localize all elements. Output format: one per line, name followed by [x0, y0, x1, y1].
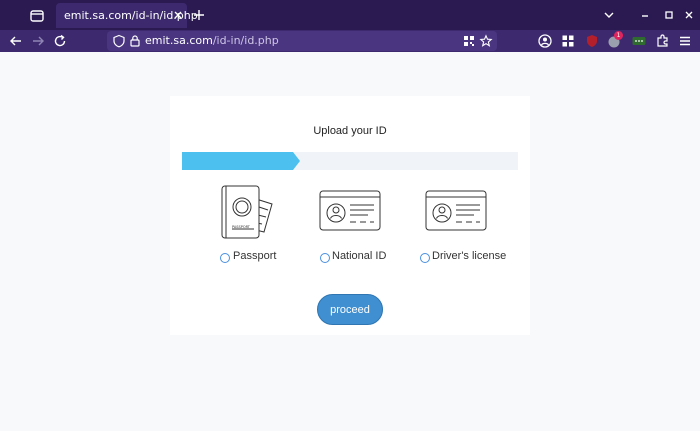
option-drivers-license[interactable]: Driver's license	[417, 184, 517, 266]
bookmark-star-icon[interactable]	[479, 34, 493, 48]
drivers-license-radio[interactable]	[420, 253, 430, 263]
new-tab-icon[interactable]	[192, 8, 206, 22]
option-passport[interactable]: PASSPORT Passport	[206, 184, 306, 266]
drivers-license-card-icon	[425, 190, 487, 231]
minimize-icon[interactable]	[638, 8, 652, 22]
url-text[interactable]: emit.sa.com/id-in/id.php	[145, 34, 279, 47]
back-icon[interactable]	[8, 33, 24, 49]
reload-icon[interactable]	[52, 33, 68, 49]
national-id-radio[interactable]	[320, 253, 330, 263]
svg-text:PASSPORT: PASSPORT	[232, 225, 251, 229]
shield-icon[interactable]	[112, 34, 126, 48]
ublock-icon[interactable]	[584, 33, 600, 49]
chevron-down-icon[interactable]	[602, 8, 616, 22]
page-title: Upload your ID	[313, 125, 387, 137]
address-bar[interactable]: emit.sa.com/id-in/id.php	[107, 31, 497, 51]
account-icon[interactable]	[537, 33, 553, 49]
menu-icon[interactable]	[677, 33, 693, 49]
upload-id-card: Upload your ID PASSPORT Passport Nationa…	[170, 96, 530, 335]
option-national-id[interactable]: National ID	[310, 184, 410, 266]
national-id-card-icon	[319, 190, 381, 231]
drivers-license-label: Driver's license	[432, 250, 507, 262]
lock-icon[interactable]	[128, 34, 142, 48]
notification-badge: 1	[614, 31, 623, 40]
qr-code-icon[interactable]	[462, 34, 476, 48]
tab-bar: emit.sa.com/id-in/id.php	[0, 0, 700, 30]
password-manager-icon[interactable]	[631, 33, 647, 49]
window-close-icon[interactable]	[682, 8, 696, 22]
notification-extension[interactable]: 1	[606, 31, 623, 49]
passport-label: Passport	[233, 250, 277, 262]
url-path: /id-in/id.php	[212, 34, 279, 47]
close-icon[interactable]	[172, 9, 184, 21]
proceed-button[interactable]: proceed	[317, 294, 383, 325]
passport-icon: PASSPORT	[221, 185, 273, 239]
forward-icon[interactable]	[30, 33, 46, 49]
extension-grid-icon[interactable]	[560, 33, 576, 49]
national-id-label: National ID	[332, 250, 387, 262]
progress-fill	[182, 152, 300, 170]
navigation-toolbar: emit.sa.com/id-in/id.php 1	[0, 30, 700, 52]
tab-overview-icon[interactable]	[27, 7, 47, 25]
active-tab[interactable]: emit.sa.com/id-in/id.php	[56, 3, 198, 28]
extensions-puzzle-icon[interactable]	[655, 33, 671, 49]
passport-radio[interactable]	[220, 253, 230, 263]
maximize-icon[interactable]	[662, 8, 676, 22]
url-host: emit.sa.com	[145, 34, 213, 47]
